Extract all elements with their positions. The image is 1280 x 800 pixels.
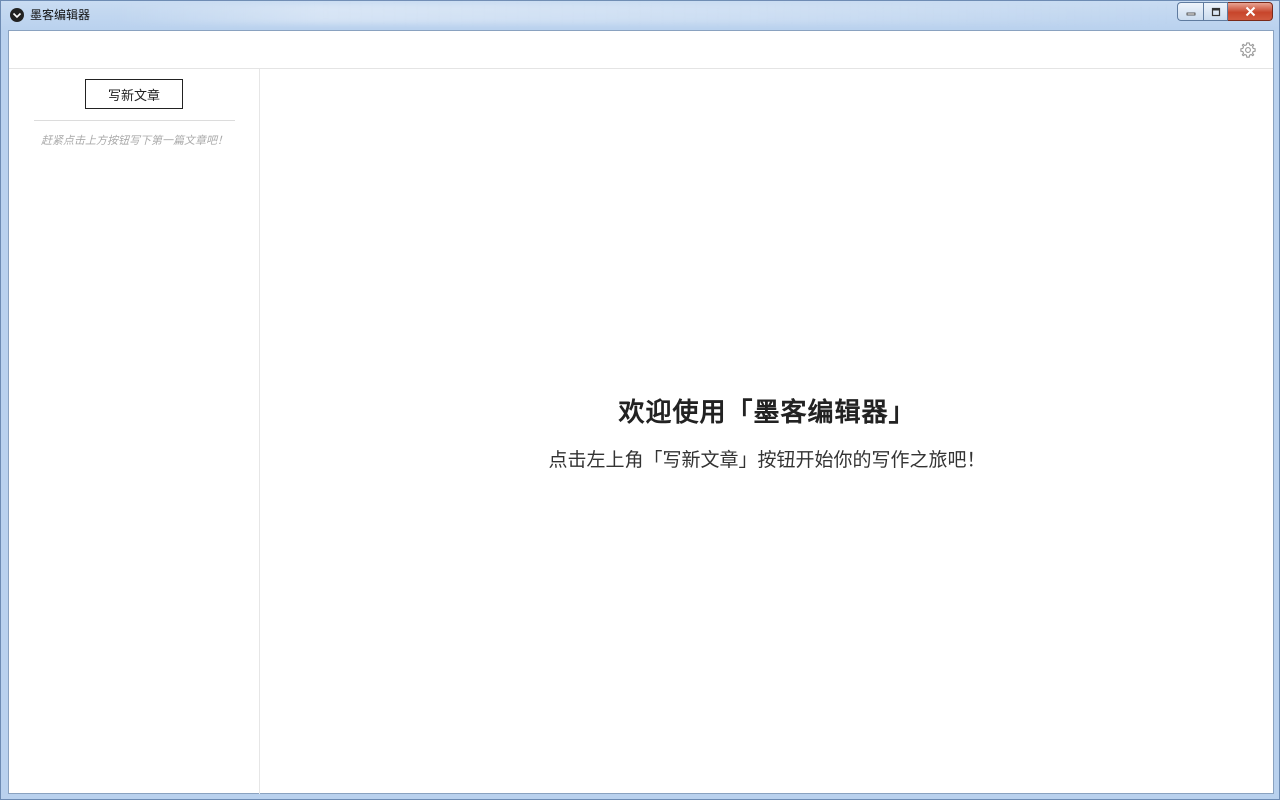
close-icon <box>1245 6 1255 17</box>
minimize-button[interactable] <box>1177 2 1203 21</box>
welcome-title: 欢迎使用「墨客编辑器」 <box>618 398 916 428</box>
welcome-subtitle: 点击左上角「写新文章」按钮开始你的写作之旅吧！ <box>548 449 986 471</box>
minimize-icon <box>1186 12 1195 15</box>
app-client-area: 写新文章 赶紧点击上方按钮写下第一篇文章吧！ 欢迎使用「墨客编辑器」 点击左上角… <box>8 30 1274 794</box>
window-title: 墨客编辑器 <box>30 8 91 22</box>
empty-list-hint: 赶紧点击上方按钮写下第一篇文章吧！ <box>41 134 228 147</box>
maximize-icon <box>1211 7 1220 16</box>
background-blur <box>111 4 1171 24</box>
maximize-button[interactable] <box>1203 2 1228 21</box>
close-button[interactable] <box>1228 2 1273 21</box>
caption-buttons <box>1177 2 1273 21</box>
settings-button[interactable] <box>1239 41 1257 59</box>
app-logo-icon <box>10 7 24 22</box>
gear-icon <box>1240 42 1256 58</box>
title-bar[interactable]: 墨客编辑器 <box>1 1 1279 30</box>
sidebar: 写新文章 赶紧点击上方按钮写下第一篇文章吧！ <box>9 69 260 794</box>
new-article-button[interactable]: 写新文章 <box>85 79 183 109</box>
top-toolbar <box>9 31 1273 69</box>
sidebar-divider <box>34 120 235 121</box>
main-panel: 欢迎使用「墨客编辑器」 点击左上角「写新文章」按钮开始你的写作之旅吧！ <box>261 69 1273 794</box>
app-window: 墨客编辑器 写新文章 赶紧点击上方按钮写下第一篇文章吧！ 欢迎使用「墨客编辑器」… <box>0 0 1280 800</box>
